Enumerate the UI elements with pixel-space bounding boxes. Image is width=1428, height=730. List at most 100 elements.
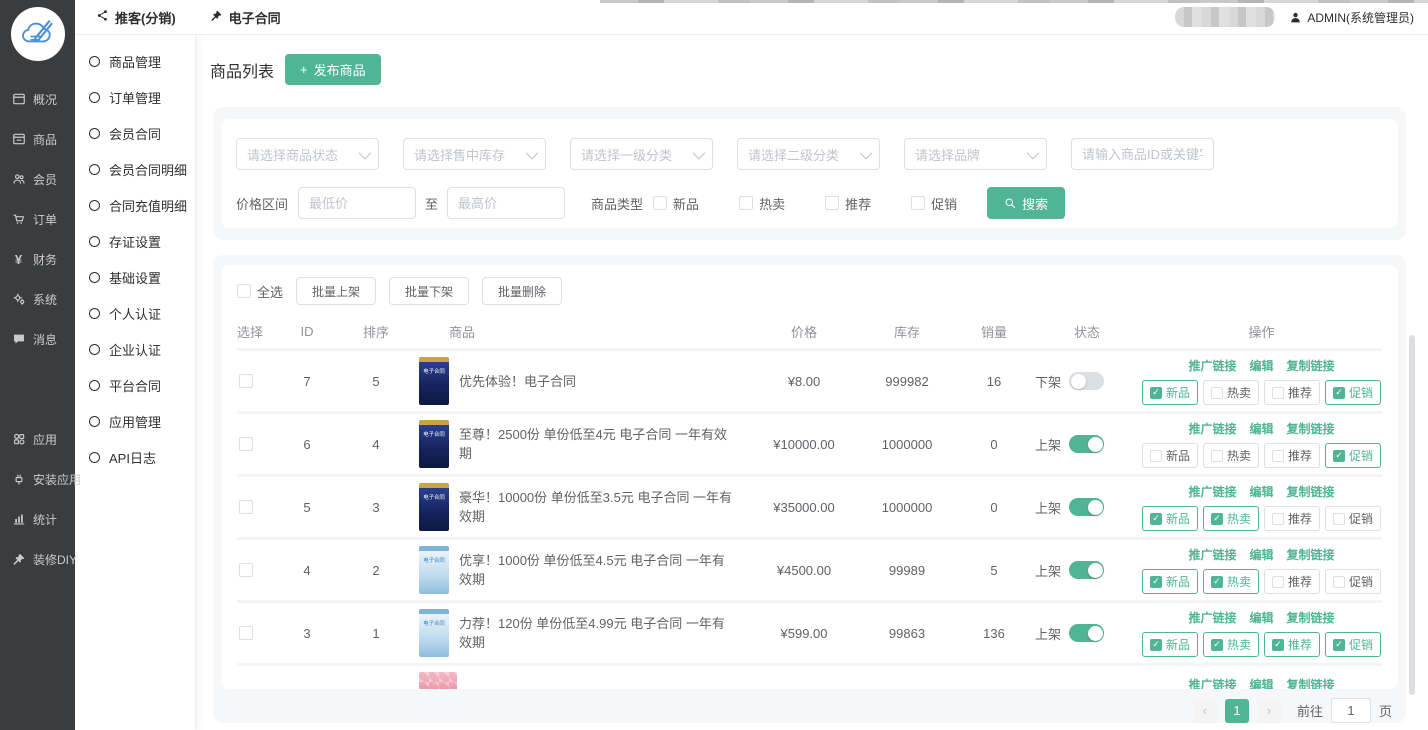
- submenu-item-order-management[interactable]: 订单管理: [75, 79, 195, 115]
- tag-checkbox-2[interactable]: 推荐: [1264, 569, 1320, 594]
- sidebar-item-message[interactable]: 消息: [0, 319, 75, 359]
- status-toggle[interactable]: [1069, 372, 1104, 390]
- promo-link[interactable]: 推广链接: [1188, 357, 1236, 374]
- sidebar-item-finance[interactable]: ¥财务: [0, 239, 75, 279]
- type-checkbox-1[interactable]: 热卖: [739, 194, 785, 213]
- submenu-item-enterprise-auth[interactable]: 企业认证: [75, 331, 195, 367]
- next-page-button[interactable]: ›: [1257, 699, 1281, 723]
- status-toggle[interactable]: [1069, 561, 1104, 579]
- submenu-item-member-contract-detail[interactable]: 会员合同明细: [75, 151, 195, 187]
- copy-link[interactable]: 复制链接: [1287, 546, 1335, 563]
- promo-link[interactable]: 推广链接: [1188, 420, 1236, 437]
- sidebar-item-system[interactable]: 系统: [0, 279, 75, 319]
- edit-link[interactable]: 编辑: [1249, 609, 1273, 626]
- submenu-item-platform-contract[interactable]: 平台合同: [75, 367, 195, 403]
- sidebar-item-goods[interactable]: 商品: [0, 119, 75, 159]
- promo-link[interactable]: 推广链接: [1188, 609, 1236, 626]
- edit-link[interactable]: 编辑: [1249, 483, 1273, 500]
- copy-link[interactable]: 复制链接: [1287, 676, 1335, 689]
- status-toggle[interactable]: [1069, 624, 1104, 642]
- select-category-level1[interactable]: 请选择一级分类: [570, 138, 713, 170]
- status-toggle[interactable]: [1069, 498, 1104, 516]
- edit-link[interactable]: 编辑: [1249, 676, 1273, 689]
- batch-delete-button[interactable]: 批量删除: [482, 277, 562, 305]
- tag-checkbox-0[interactable]: 新品: [1142, 443, 1198, 468]
- tag-checkbox-0[interactable]: ✓新品: [1142, 569, 1198, 594]
- select-all-checkbox[interactable]: 全选: [237, 282, 283, 301]
- submenu-item-app-management[interactable]: 应用管理: [75, 403, 195, 439]
- promo-link[interactable]: 推广链接: [1188, 483, 1236, 500]
- row-checkbox[interactable]: [239, 437, 253, 451]
- price-max-input[interactable]: [447, 187, 565, 219]
- promo-link[interactable]: 推广链接: [1188, 546, 1236, 563]
- submenu-item-contract-recharge-detail[interactable]: 合同充值明细: [75, 187, 195, 223]
- tag-checkbox-1[interactable]: ✓热卖: [1203, 569, 1259, 594]
- copy-link[interactable]: 复制链接: [1287, 357, 1335, 374]
- sidebar-item-members[interactable]: 会员: [0, 159, 75, 199]
- checkbox-icon: ✓: [1333, 450, 1345, 462]
- row-checkbox[interactable]: [239, 626, 253, 640]
- keyword-input[interactable]: [1071, 138, 1214, 170]
- sidebar-item-install-app[interactable]: 安装应用: [0, 459, 75, 499]
- row-checkbox[interactable]: [239, 374, 253, 388]
- edit-link[interactable]: 编辑: [1249, 546, 1273, 563]
- current-page-button[interactable]: 1: [1225, 699, 1249, 723]
- tag-checkbox-1[interactable]: ✓热卖: [1203, 506, 1259, 531]
- tag-checkbox-0[interactable]: ✓新品: [1142, 506, 1198, 531]
- filter-card: 请选择商品状态请选择售中库存请选择一级分类请选择二级分类请选择品牌 价格区间 至…: [221, 119, 1398, 228]
- price-min-input[interactable]: [298, 187, 416, 219]
- tag-checkbox-1[interactable]: 热卖: [1203, 380, 1259, 405]
- tag-checkbox-2[interactable]: 推荐: [1264, 506, 1320, 531]
- copy-link[interactable]: 复制链接: [1287, 420, 1335, 437]
- select-goods-status[interactable]: 请选择商品状态: [236, 138, 379, 170]
- tab-tuike[interactable]: 推客(分销): [96, 8, 176, 27]
- select-onsale-stock[interactable]: 请选择售中库存: [403, 138, 546, 170]
- status-toggle[interactable]: [1069, 435, 1104, 453]
- copy-link[interactable]: 复制链接: [1287, 483, 1335, 500]
- user-menu[interactable]: ADMIN(系统管理员): [1289, 9, 1414, 26]
- submenu-item-member-contract[interactable]: 会员合同: [75, 115, 195, 151]
- promo-link[interactable]: 推广链接: [1188, 676, 1236, 689]
- tag-checkbox-0[interactable]: ✓新品: [1142, 380, 1198, 405]
- publish-goods-button[interactable]: + 发布商品: [285, 54, 381, 85]
- row-checkbox[interactable]: [239, 563, 253, 577]
- tag-checkbox-2[interactable]: ✓推荐: [1264, 632, 1320, 657]
- select-brand[interactable]: 请选择品牌: [904, 138, 1047, 170]
- tag-checkbox-3[interactable]: 促销: [1325, 506, 1381, 531]
- goto-page-input[interactable]: [1331, 698, 1371, 723]
- batch-on-shelf-button[interactable]: 批量上架: [296, 277, 376, 305]
- submenu-item-api-log[interactable]: API日志: [75, 439, 195, 475]
- tag-checkbox-3[interactable]: 促销: [1325, 569, 1381, 594]
- select-category-level2[interactable]: 请选择二级分类: [737, 138, 880, 170]
- circle-icon: [89, 380, 100, 391]
- tab-contract[interactable]: 电子合同: [210, 8, 281, 27]
- vertical-scrollbar[interactable]: [1409, 335, 1415, 695]
- submenu-item-personal-auth[interactable]: 个人认证: [75, 295, 195, 331]
- type-checkbox-0[interactable]: 新品: [653, 194, 699, 213]
- submenu-item-goods-management[interactable]: 商品管理: [75, 43, 195, 79]
- sidebar-item-orders[interactable]: 订单: [0, 199, 75, 239]
- tag-checkbox-1[interactable]: ✓热卖: [1203, 632, 1259, 657]
- type-checkbox-3[interactable]: 促销: [911, 194, 957, 213]
- sidebar-item-apps[interactable]: 应用: [0, 419, 75, 459]
- sidebar-item-overview[interactable]: 概况: [0, 79, 75, 119]
- edit-link[interactable]: 编辑: [1249, 357, 1273, 374]
- tag-checkbox-3[interactable]: ✓促销: [1325, 380, 1381, 405]
- type-checkbox-2[interactable]: 推荐: [825, 194, 871, 213]
- tag-checkbox-3[interactable]: ✓促销: [1325, 632, 1381, 657]
- row-checkbox[interactable]: [239, 500, 253, 514]
- prev-page-button[interactable]: ‹: [1193, 699, 1217, 723]
- tag-checkbox-3[interactable]: ✓促销: [1325, 443, 1381, 468]
- copy-link[interactable]: 复制链接: [1287, 609, 1335, 626]
- submenu-item-evidence-settings[interactable]: 存证设置: [75, 223, 195, 259]
- batch-off-shelf-button[interactable]: 批量下架: [389, 277, 469, 305]
- tag-checkbox-1[interactable]: 热卖: [1203, 443, 1259, 468]
- search-button[interactable]: 搜索: [987, 187, 1065, 219]
- tag-checkbox-2[interactable]: 推荐: [1264, 443, 1320, 468]
- sidebar-item-diy[interactable]: 装修DIY: [0, 539, 75, 579]
- sidebar-item-stats[interactable]: 统计: [0, 499, 75, 539]
- edit-link[interactable]: 编辑: [1249, 420, 1273, 437]
- tag-checkbox-2[interactable]: 推荐: [1264, 380, 1320, 405]
- tag-checkbox-0[interactable]: ✓新品: [1142, 632, 1198, 657]
- submenu-item-basic-settings[interactable]: 基础设置: [75, 259, 195, 295]
